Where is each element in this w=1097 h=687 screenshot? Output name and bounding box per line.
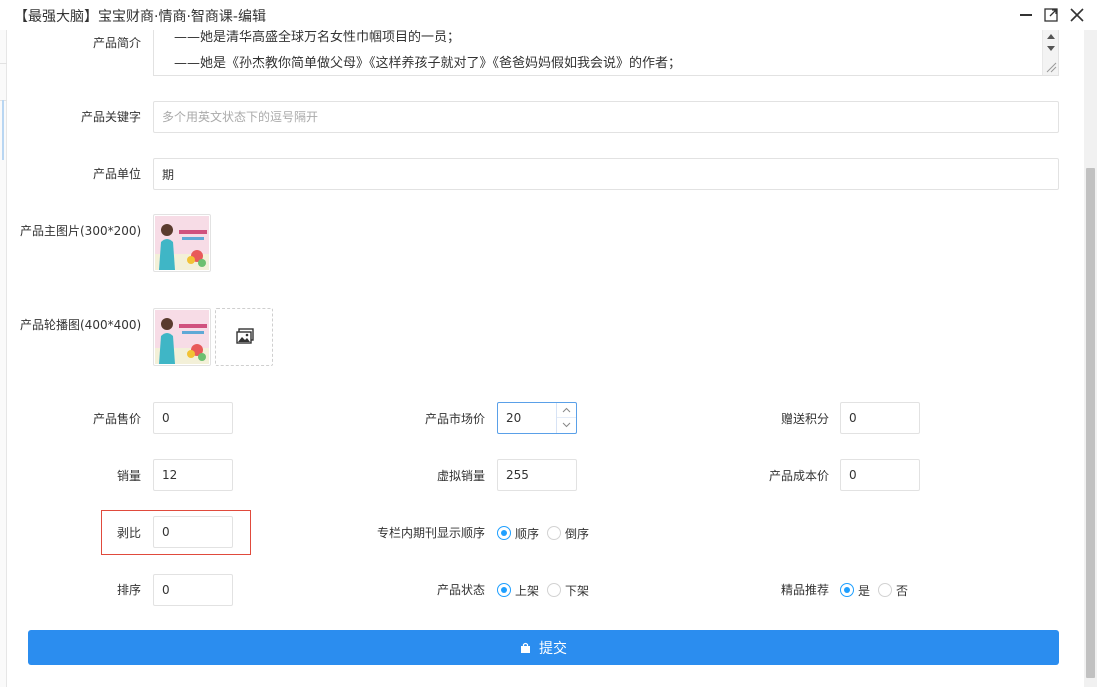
status-off-radio[interactable] <box>547 583 561 597</box>
intro-line-2: ——她是《孙杰教你简单做父母》《这样养孩子就对了》《爸爸妈妈假如我会说》的作者； <box>174 56 682 71</box>
status-on-radio[interactable] <box>497 583 511 597</box>
main-image-thumbnail[interactable] <box>153 214 211 272</box>
column-order-desc-label[interactable]: 倒序 <box>565 525 589 542</box>
intro-scrollbar[interactable] <box>1042 30 1058 75</box>
unit-input[interactable] <box>153 158 1059 190</box>
intro-label: 产品简介 <box>92 36 141 50</box>
status-off-label[interactable]: 下架 <box>565 582 589 599</box>
scroll-up-arrow-icon[interactable] <box>1047 34 1055 39</box>
stepper-up-icon[interactable] <box>557 403 576 418</box>
featured-label: 精品推荐 <box>780 583 829 597</box>
featured-no-label[interactable]: 否 <box>896 582 908 599</box>
minimize-icon[interactable] <box>1017 6 1035 24</box>
submit-button[interactable]: 提交 <box>28 630 1059 665</box>
virtual-sales-input[interactable] <box>497 459 577 491</box>
unit-label: 产品单位 <box>92 167 141 181</box>
status-on-label[interactable]: 上架 <box>515 582 539 599</box>
page-scrollbar-thumb[interactable] <box>1086 168 1095 678</box>
main-image-label: 产品主图片(300*200) <box>20 224 142 238</box>
scroll-down-arrow-icon[interactable] <box>1047 46 1055 51</box>
intro-textarea[interactable]: ——她是清华高盛全球万名女性巾帼项目的一员； ——她是《孙杰教你简单做父母》《这… <box>153 30 1059 76</box>
close-icon[interactable] <box>1068 6 1086 24</box>
featured-yes-radio[interactable] <box>840 583 854 597</box>
maximize-icon[interactable] <box>1042 6 1060 24</box>
carousel-label: 产品轮播图(400*400) <box>20 318 142 332</box>
resize-grip-icon[interactable] <box>1046 62 1057 73</box>
featured-no-radio[interactable] <box>878 583 892 597</box>
keywords-label: 产品关键字 <box>80 110 141 124</box>
page-scrollbar[interactable] <box>1084 30 1097 687</box>
stepper-down-icon[interactable] <box>557 418 576 433</box>
price-input[interactable] <box>153 402 233 434</box>
cost-price-label: 产品成本价 <box>768 469 829 483</box>
intro-line-1: ——她是清华高盛全球万名女性巾帼项目的一员； <box>174 30 461 45</box>
column-order-desc-radio[interactable] <box>547 526 561 540</box>
bonus-points-label: 赠送积分 <box>780 412 829 426</box>
carousel-upload-button[interactable] <box>215 308 273 366</box>
sort-label: 排序 <box>116 583 141 597</box>
cost-price-input[interactable] <box>840 459 920 491</box>
sales-label: 销量 <box>116 469 141 483</box>
virtual-sales-label: 虚拟销量 <box>436 469 485 483</box>
dialog-titlebar: 【最强大脑】宝宝财商·情商·智商课-编辑 <box>0 0 1097 30</box>
background-page-edge <box>0 30 7 687</box>
ratio-input[interactable] <box>153 516 233 548</box>
image-icon <box>236 328 254 344</box>
sales-input[interactable] <box>153 459 233 491</box>
featured-yes-label[interactable]: 是 <box>858 582 870 599</box>
market-price-label: 产品市场价 <box>424 412 485 426</box>
bonus-points-input[interactable] <box>840 402 920 434</box>
column-order-asc-label[interactable]: 顺序 <box>515 525 539 542</box>
ratio-label: 剥比 <box>116 526 141 540</box>
submit-label: 提交 <box>539 640 567 657</box>
keywords-input[interactable] <box>153 101 1059 133</box>
status-label: 产品状态 <box>436 583 485 597</box>
column-order-label: 专栏内期刊显示顺序 <box>376 526 485 540</box>
column-order-asc-radio[interactable] <box>497 526 511 540</box>
price-label: 产品售价 <box>92 412 141 426</box>
carousel-image-thumbnail[interactable] <box>153 308 211 366</box>
market-price-stepper[interactable] <box>556 403 576 433</box>
sort-input[interactable] <box>153 574 233 606</box>
dialog-title: 【最强大脑】宝宝财商·情商·智商课-编辑 <box>14 9 266 25</box>
bag-icon <box>521 642 530 653</box>
